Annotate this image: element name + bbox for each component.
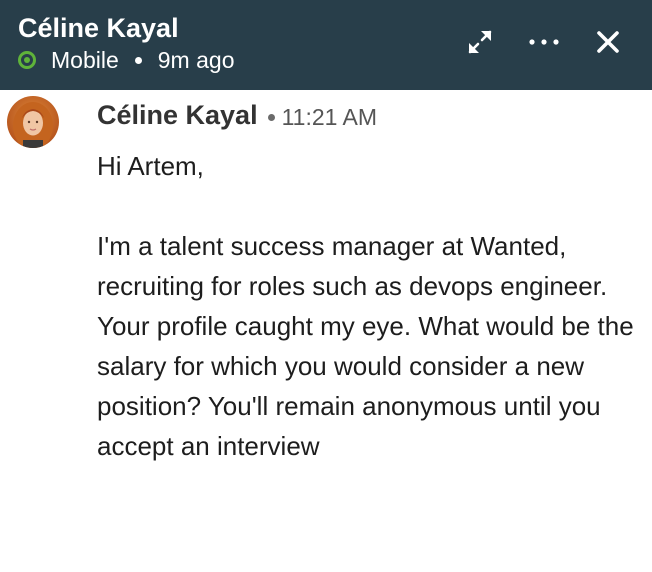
more-options-icon: [529, 39, 559, 45]
more-options-button[interactable]: [524, 22, 564, 62]
expand-icon: [468, 30, 492, 54]
avatar[interactable]: [7, 96, 59, 148]
separator-dot-icon: [267, 113, 275, 121]
last-active-time: 9m ago: [157, 47, 235, 73]
close-icon: [597, 31, 619, 53]
message-timestamp: 11:21 AM: [281, 103, 378, 130]
presence-status: Mobile: [51, 47, 119, 73]
message-body: Hi Artem, I'm a talent success manager a…: [97, 146, 637, 466]
message-meta: Céline Kayal 11:21 AM: [97, 98, 377, 132]
online-dot-icon: [18, 51, 36, 69]
expand-button[interactable]: [460, 22, 500, 62]
presence-status-row: Mobile 9m ago: [18, 46, 234, 74]
separator-dot-icon: [134, 56, 142, 64]
message-greeting: Hi Artem,: [97, 151, 204, 181]
chat-header[interactable]: Céline Kayal Mobile 9m ago: [0, 0, 652, 90]
message-text: I'm a talent success manager at Wanted, …: [97, 231, 634, 461]
chat-window: Céline Kayal Mobile 9m ago Céline Kayal …: [0, 0, 652, 572]
conversation-title[interactable]: Céline Kayal: [18, 11, 179, 45]
sender-name[interactable]: Céline Kayal: [97, 98, 258, 132]
close-button[interactable]: [588, 22, 628, 62]
